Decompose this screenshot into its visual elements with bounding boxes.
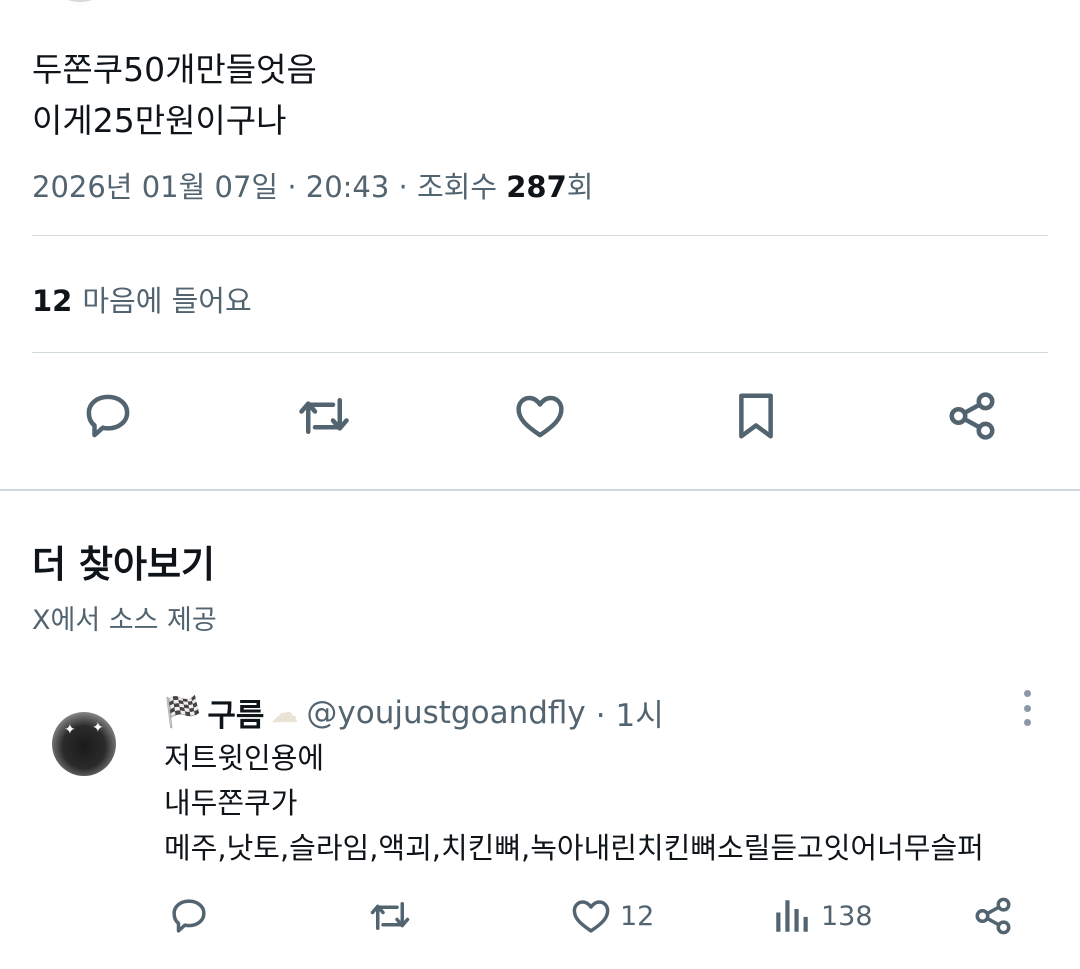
divider — [32, 235, 1048, 236]
meta-separator: · — [287, 170, 297, 204]
related-post-line: 저트윗인용에 — [164, 741, 325, 775]
divider — [32, 352, 1048, 353]
tweet-time[interactable]: 20:43 — [306, 170, 390, 204]
retweet-icon — [299, 398, 349, 434]
views-suffix: 회 — [566, 170, 594, 204]
bookmark-button[interactable] — [724, 384, 788, 448]
checkered-flag-icon: 🏁 — [164, 695, 202, 730]
explore-subtitle: X에서 소스 제공 — [32, 605, 217, 636]
views-icon — [776, 900, 808, 932]
bookmark-icon — [739, 393, 773, 439]
related-retweet-button[interactable] — [369, 895, 411, 937]
related-post-avatar[interactable]: ✦ ✦ — [52, 712, 116, 776]
explore-title: 더 찾아보기 — [32, 543, 216, 586]
related-post-time-value: 1시 — [615, 698, 664, 734]
views-label: 조회수 — [416, 170, 498, 204]
share-icon — [949, 392, 995, 440]
meta-separator: · — [398, 170, 408, 204]
retweet-button[interactable] — [292, 384, 356, 448]
related-post-name[interactable]: 구름 — [207, 690, 264, 735]
heart-icon — [572, 900, 610, 933]
related-post-time[interactable]: · 1시 — [596, 690, 664, 735]
cloud-icon: ☁ — [270, 696, 299, 729]
related-post-handle[interactable]: @youjustgoandfly — [306, 695, 585, 731]
reply-button[interactable] — [76, 384, 140, 448]
heart-icon — [516, 395, 564, 438]
tweet-meta: 2026년 01월 07일 · 20:43 · 조회수 287회 — [32, 164, 593, 206]
likes-count: 12 — [32, 284, 73, 318]
sparkle-icon: ✦ — [92, 720, 104, 736]
tweet-text: 두쫀쿠50개만들엇음 이게25만원이구나 — [32, 44, 317, 146]
author-avatar[interactable] — [40, 0, 120, 2]
time-separator: · — [595, 698, 606, 734]
related-post-header: 🏁 구름 ☁ @youjustgoandfly · 1시 — [164, 690, 664, 735]
related-post-line: 내두쫀쿠가 — [164, 786, 298, 820]
reply-icon — [86, 394, 130, 438]
like-button[interactable] — [508, 384, 572, 448]
more-options-button[interactable] — [1016, 686, 1038, 730]
views-count: 287 — [506, 170, 567, 204]
tweet-text-line: 이게25만원이구나 — [32, 101, 287, 140]
related-view-count: 138 — [821, 900, 873, 932]
tweet-date[interactable]: 2026년 01월 07일 — [32, 170, 278, 204]
related-like-button[interactable]: 12 — [570, 895, 654, 937]
tweet-text-line: 두쫀쿠50개만들엇음 — [32, 50, 317, 89]
section-divider — [0, 489, 1080, 491]
related-post-text: 저트윗인용에 내두쫀쿠가 메주,낫토,슬라임,액괴,치킨뼈,녹아내린치킨뼈소릴듣… — [164, 736, 984, 871]
reply-icon — [172, 899, 206, 933]
related-reply-button[interactable] — [168, 895, 210, 937]
more-options-icon — [1023, 719, 1031, 726]
related-like-count: 12 — [620, 900, 655, 932]
related-share-button[interactable] — [972, 895, 1014, 937]
sparkle-icon: ✦ — [64, 722, 76, 738]
related-views-button[interactable]: 138 — [771, 895, 873, 937]
likes-label: 마음에 들어요 — [82, 284, 252, 318]
share-button[interactable] — [940, 384, 1004, 448]
related-post-line: 메주,낫토,슬라임,액괴,치킨뼈,녹아내린치킨뼈소릴듣고잇어너무슬퍼 — [164, 831, 984, 865]
share-icon — [975, 897, 1011, 935]
more-options-icon — [1023, 704, 1031, 712]
more-options-icon — [1023, 690, 1031, 697]
likes-summary[interactable]: 12 마음에 들어요 — [32, 278, 252, 320]
retweet-icon — [370, 902, 410, 930]
